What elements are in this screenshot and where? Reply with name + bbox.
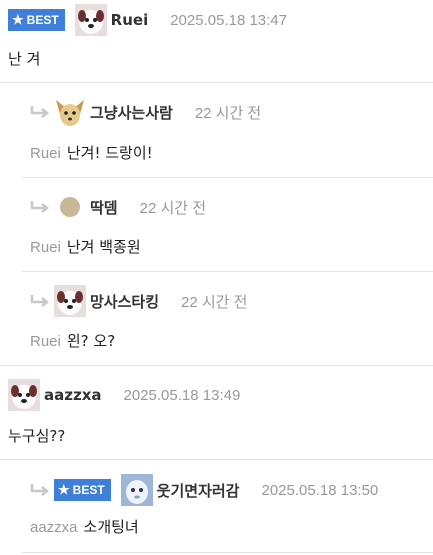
mention[interactable]: Ruei — [30, 239, 61, 256]
avatar[interactable] — [54, 191, 86, 223]
best-badge: ★ BEST — [8, 9, 65, 31]
avatar[interactable] — [74, 4, 107, 36]
comment-body: 소개팅녀 — [83, 518, 139, 536]
comment-body: 난겨! 드랑이! — [66, 144, 153, 162]
comment-header: 딱뎀 22 시간 전 — [30, 191, 206, 223]
author-name[interactable]: Ruei — [111, 11, 149, 29]
comment-header: aazzxa 2025.05.18 13:49 — [8, 379, 240, 411]
author-name[interactable]: aazzxa — [44, 386, 102, 404]
badge-label: BEST — [26, 13, 59, 27]
star-icon: ★ — [12, 12, 24, 27]
author-name[interactable]: 망사스타킹 — [90, 291, 159, 312]
reply-arrow-icon — [30, 295, 50, 307]
divider — [22, 177, 433, 178]
timestamp: 22 시간 전 — [181, 293, 248, 311]
comment-text: Ruei 난겨 백종원 — [30, 236, 141, 257]
white-dog-avatar-icon — [8, 379, 40, 411]
avatar[interactable] — [120, 474, 153, 506]
author-name[interactable]: 웃기면자러감 — [157, 480, 240, 501]
comment-text: Ruei 왼? 오? — [30, 330, 115, 351]
comment-header: ★ BEST Ruei 2025.05.18 13:47 — [8, 4, 287, 36]
comment-header: 망사스타킹 22 시간 전 — [30, 285, 247, 317]
comment-header: 그냥사는사람 22 시간 전 — [30, 96, 261, 128]
comment-text: aazzxa 소개팅녀 — [30, 516, 139, 537]
reply-arrow-icon — [30, 106, 50, 118]
comment-text: 난 겨 — [8, 48, 40, 69]
comment-text: 누구심?? — [8, 425, 65, 446]
timestamp: 2025.05.18 13:47 — [170, 11, 287, 29]
comment-text: Ruei 난겨! 드랑이! — [30, 142, 153, 163]
reply-arrow-icon — [30, 201, 50, 213]
timestamp: 22 시간 전 — [194, 104, 262, 122]
avatar[interactable] — [8, 379, 40, 411]
comment-body: 난 겨 — [8, 50, 41, 68]
white-dog-avatar-icon — [74, 4, 107, 36]
best-badge: ★ BEST — [54, 479, 111, 501]
comment-body: 왼? 오? — [66, 332, 116, 350]
timestamp: 2025.05.18 13:50 — [261, 481, 379, 499]
chihuahua-avatar-icon — [54, 96, 86, 128]
avatar[interactable] — [54, 285, 86, 317]
mention[interactable]: Ruei — [30, 145, 61, 162]
divider — [0, 459, 433, 460]
badge-label: BEST — [72, 483, 105, 497]
beige-circle-avatar-icon — [54, 191, 86, 223]
mention[interactable]: aazzxa — [30, 519, 78, 536]
star-icon: ★ — [58, 482, 70, 497]
comment-body: 누구심?? — [8, 427, 66, 445]
comment-header: ★ BEST 웃기면자러감 2025.05.18 13:50 — [30, 474, 378, 506]
comment-body: 난겨 백종원 — [66, 238, 141, 256]
divider — [0, 82, 433, 83]
mention[interactable]: Ruei — [30, 333, 61, 350]
divider — [22, 271, 433, 272]
author-name[interactable]: 그냥사는사람 — [90, 102, 173, 123]
timestamp: 2025.05.18 13:49 — [123, 386, 241, 404]
reply-arrow-icon — [30, 484, 50, 496]
avatar[interactable] — [54, 96, 86, 128]
author-name[interactable]: 딱뎀 — [90, 197, 118, 218]
divider — [22, 552, 433, 553]
divider — [0, 365, 433, 366]
blue-creature-avatar-icon — [120, 474, 153, 506]
white-dog-avatar-icon — [54, 285, 86, 317]
timestamp: 22 시간 전 — [139, 199, 207, 217]
